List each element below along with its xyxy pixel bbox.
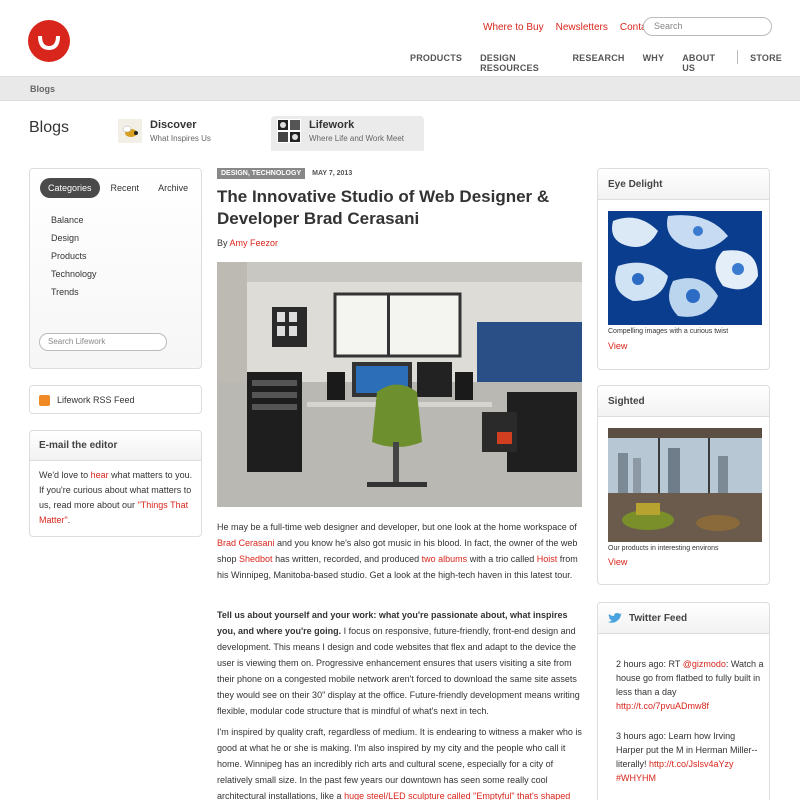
lifework-search-input[interactable]: Search Lifework — [39, 333, 167, 351]
tab-discover-subtitle: What Inspires Us — [150, 134, 211, 143]
herman-miller-logo[interactable] — [28, 20, 70, 62]
twitter-feed-header: Twitter Feed — [598, 603, 769, 634]
studio-photo — [217, 262, 582, 507]
eye-delight-view-link[interactable]: View — [608, 341, 627, 351]
tab-lifework-title: Lifework — [309, 119, 355, 131]
email-editor-panel: E-mail the editor We'd love to hear what… — [29, 430, 202, 537]
hear-link[interactable]: hear — [91, 470, 109, 480]
sighted-title: Sighted — [608, 396, 645, 407]
nav-divider — [737, 50, 739, 64]
tab-lifework-subtitle: Where Life and Work Meet — [309, 134, 405, 143]
eye-delight-panel: Eye Delight Compelling images with a cur… — [597, 168, 770, 370]
category-list: Balance Design Products Technology Trend… — [51, 215, 97, 305]
email-panel-title: E-mail the editor — [39, 440, 118, 451]
sidebar-tabs: Categories Recent Archive — [40, 178, 199, 198]
category-technology[interactable]: Technology — [51, 269, 97, 287]
nav-design-resources[interactable]: DESIGN RESOURCES — [480, 53, 554, 73]
penthouse-photo — [608, 428, 762, 542]
shedbot-link[interactable]: Shedbot — [239, 554, 273, 564]
sighted-panel: Sighted Our products in interesting envi… — [597, 385, 770, 585]
article-paragraph-1: He may be a full-time web designer and d… — [217, 522, 578, 580]
twitter-feed-panel: Twitter Feed 2 hours ago: RT @gizmodo: W… — [597, 602, 770, 800]
sighted-view-link[interactable]: View — [608, 557, 627, 567]
eye-delight-caption: Compelling images with a curious twist — [608, 328, 729, 335]
category-balance[interactable]: Balance — [51, 215, 97, 233]
tab-discover-title: Discover — [150, 119, 197, 131]
bee-icon — [118, 119, 142, 143]
twitter-bird-icon — [608, 613, 622, 623]
categories-panel: Categories Recent Archive Balance Design… — [29, 168, 202, 369]
category-design[interactable]: Design — [51, 233, 97, 251]
tweet-handle-link[interactable]: @gizmodo — [683, 659, 726, 669]
breadcrumb: Blogs — [0, 76, 800, 101]
article-paragraph-3: I'm inspired by quality craft, regardles… — [217, 727, 582, 800]
tweet-list: 2 hours ago: RT @gizmodo: Watch a house … — [616, 657, 764, 800]
logo-mark-icon — [38, 36, 60, 50]
rss-icon — [39, 395, 50, 406]
author-link[interactable]: Amy Feezor — [230, 238, 279, 248]
email-panel-header: E-mail the editor — [30, 431, 201, 461]
hoist-link[interactable]: Hoist — [537, 554, 558, 564]
nav-research[interactable]: RESEARCH — [572, 53, 624, 73]
tweet-url-link[interactable]: http://t.co/7pvuADmw8f — [616, 701, 709, 711]
nav-why[interactable]: WHY — [643, 53, 665, 73]
nav-products[interactable]: PRODUCTS — [410, 53, 462, 73]
utility-links: Where to Buy Newsletters Contact — [483, 22, 654, 33]
byline: By Amy Feezor — [217, 238, 279, 248]
brad-cerasani-link[interactable]: Brad Cerasani — [217, 538, 275, 548]
article-meta: DESIGN, TECHNOLOGY MAY 7, 2013 — [217, 168, 352, 179]
category-products[interactable]: Products — [51, 251, 97, 269]
sighted-caption: Our products in interesting environs — [608, 545, 719, 552]
site-search-input[interactable]: Search — [643, 17, 772, 36]
article-title: The Innovative Studio of Web Designer & … — [217, 187, 550, 228]
ice-photo — [608, 211, 762, 325]
newsletters-link[interactable]: Newsletters — [556, 22, 608, 33]
rss-feed-link[interactable]: Lifework RSS Feed — [29, 385, 202, 414]
eye-delight-image[interactable] — [608, 211, 762, 325]
two-albums-link[interactable]: two albums — [422, 554, 468, 564]
tweet-url-link[interactable]: http://t.co/Jslsv4aYzy — [649, 759, 734, 769]
nav-store[interactable]: STORE — [750, 53, 782, 73]
tab-lifework[interactable]: Lifework Where Life and Work Meet — [271, 116, 424, 151]
sighted-header: Sighted — [598, 386, 769, 417]
emptyful-link[interactable]: huge steel/LED sculpture called "Emptyfu… — [344, 791, 570, 800]
lifework-grid-icon — [277, 119, 301, 143]
rss-label: Lifework RSS Feed — [57, 395, 135, 405]
tab-archive[interactable]: Archive — [150, 178, 196, 198]
tab-categories[interactable]: Categories — [40, 178, 100, 198]
hero-image-studio — [217, 262, 582, 507]
category-trends[interactable]: Trends — [51, 287, 97, 305]
tab-recent[interactable]: Recent — [103, 178, 148, 198]
article-paragraph-2: Tell us about yourself and your work: wh… — [217, 610, 580, 716]
page-title: Blogs — [29, 119, 70, 136]
nav-about-us[interactable]: ABOUT US — [682, 53, 719, 73]
tweet-item: 3 hours ago: Learn how Irving Harper put… — [616, 731, 758, 783]
tab-discover[interactable]: Discover What Inspires Us — [118, 116, 211, 150]
main-nav: PRODUCTS DESIGN RESOURCES RESEARCH WHY A… — [410, 50, 800, 73]
sighted-image[interactable] — [608, 428, 762, 542]
tweet-hashtag-link[interactable]: #WHYHM — [616, 773, 656, 783]
eye-delight-header: Eye Delight — [598, 169, 769, 200]
tweet-item: 2 hours ago: RT @gizmodo: Watch a house … — [616, 659, 764, 711]
twitter-feed-title: Twitter Feed — [629, 613, 688, 624]
where-to-buy-link[interactable]: Where to Buy — [483, 22, 544, 33]
article-date: MAY 7, 2013 — [312, 170, 353, 177]
breadcrumb-blogs[interactable]: Blogs — [30, 84, 55, 94]
email-panel-text: We'd love to hear what matters to you. I… — [39, 470, 193, 525]
eye-delight-title: Eye Delight — [608, 179, 663, 190]
category-badge[interactable]: DESIGN, TECHNOLOGY — [217, 168, 306, 179]
